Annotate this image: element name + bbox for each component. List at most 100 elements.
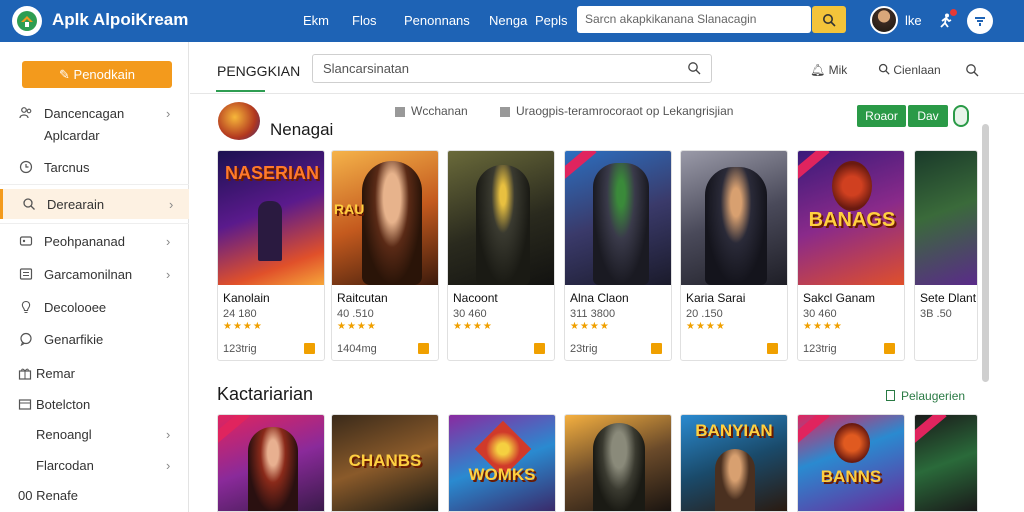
sidebar-item-12[interactable]: Flarcodan › xyxy=(0,450,189,480)
game-meta: 123trig xyxy=(803,343,837,355)
game-card[interactable]: BANNS xyxy=(797,414,905,512)
bulb-icon xyxy=(18,299,34,315)
game-card[interactable]: Sete Dlant 3B .50 xyxy=(914,150,978,361)
sidebar-item-10[interactable]: Botelcton xyxy=(0,389,189,419)
avatar[interactable] xyxy=(870,6,898,34)
green-button-1[interactable]: Roaor xyxy=(857,105,906,127)
gift-icon xyxy=(17,365,33,381)
game-cover: BANAGS xyxy=(798,151,904,285)
game-name: Sete Dlant xyxy=(920,291,977,305)
sidebar-item-4[interactable]: Derearain › xyxy=(0,189,189,219)
bell-link[interactable]: 🔔︎ Mik xyxy=(810,63,847,77)
game-card[interactable]: RAU Raitcutan 40 .510 ★★★★ 1404mg xyxy=(331,150,439,361)
nav-item-2[interactable]: Flos xyxy=(352,13,377,28)
game-card[interactable]: BANAGS Sakcl Ganam 30 460 ★★★★ 123trig xyxy=(797,150,905,361)
filter-check-1[interactable]: Wcchanan xyxy=(395,104,468,118)
nav-item-5[interactable]: Pepls xyxy=(535,13,568,28)
sidebar-item-label: Garcamonilnan xyxy=(44,266,133,282)
search-link[interactable]: Cienlaan xyxy=(878,63,941,77)
menu-button[interactable] xyxy=(967,8,993,34)
game-size: 40 .510 xyxy=(337,308,374,320)
sidebar-item-5[interactable]: Peohpananad › xyxy=(0,226,189,256)
chevron-right-icon: › xyxy=(166,426,171,442)
download-icon[interactable] xyxy=(767,343,778,354)
notification-button[interactable] xyxy=(933,8,959,34)
scrollbar[interactable] xyxy=(982,124,989,382)
sidebar-item-6[interactable]: Garcamonilnan › xyxy=(0,259,189,289)
game-size: 30 460 xyxy=(453,308,487,320)
rating-stars: ★★★★ xyxy=(570,321,610,332)
filter-check-2[interactable]: Uraogpis-teramrocoraot op Lekangrisjian xyxy=(500,104,733,118)
tab-underline xyxy=(216,90,265,92)
sidebar-item-7[interactable]: Decolooee xyxy=(0,292,189,322)
download-icon[interactable] xyxy=(304,343,315,354)
filter-input[interactable]: Slancarsinatan xyxy=(312,54,712,83)
checkbox[interactable] xyxy=(395,106,405,117)
green-button-2[interactable]: Dav xyxy=(908,105,948,127)
search-icon[interactable] xyxy=(965,63,979,77)
content-header: PENGGKIAN Slancarsinatan 🔔︎ Mik Cienlaan xyxy=(190,42,1024,94)
search-placeholder: Sarcn akapkikanana Slanacagin xyxy=(585,12,757,26)
sidebar-item-8[interactable]: Genarfikie xyxy=(0,324,189,354)
menu-icon xyxy=(975,17,985,26)
notification-badge xyxy=(950,9,957,16)
people-icon xyxy=(18,105,34,121)
chevron-right-icon: › xyxy=(166,233,171,249)
game-card[interactable]: BANYIAN xyxy=(680,414,788,512)
cover-title: WOMKS xyxy=(468,465,536,484)
game-card[interactable]: WOMKS xyxy=(448,414,556,512)
sidebar-item-label: Botelcton xyxy=(36,396,91,412)
category-icon xyxy=(218,102,260,140)
sidebar-item-11[interactable]: Renoangl › xyxy=(0,419,189,449)
sidebar-item-label: 00 Renafe xyxy=(18,487,78,503)
search-button[interactable] xyxy=(812,6,846,33)
sidebar-item-13[interactable]: 00 Renafe xyxy=(0,480,189,510)
nav-item-4[interactable]: Nenga xyxy=(489,13,527,28)
game-card[interactable]: NASERIAN Kanolain 24 180 ★★★★ 123trig xyxy=(217,150,325,361)
game-name: Raitcutan xyxy=(337,291,388,305)
see-all-label: Pelaugerien xyxy=(901,389,966,403)
download-icon[interactable] xyxy=(884,343,895,354)
link-label: Cienlaan xyxy=(893,63,941,77)
section-title: Nenagai xyxy=(270,120,334,139)
search-icon[interactable] xyxy=(687,61,701,75)
game-card[interactable] xyxy=(914,414,978,512)
check-label: Uraogpis-teramrocoraot op Lekangrisjian xyxy=(516,104,734,118)
sidebar-item-2[interactable]: Aplcardar xyxy=(0,120,189,150)
ribbon-badge xyxy=(218,415,250,448)
checkbox[interactable] xyxy=(500,106,510,117)
search-icon xyxy=(21,196,37,212)
game-name: Sakcl Ganam xyxy=(803,291,876,305)
list-icon xyxy=(886,390,895,401)
rating-stars: ★★★★ xyxy=(453,321,493,332)
chevron-right-icon: › xyxy=(166,105,171,121)
cover-title: RAU xyxy=(334,201,365,217)
primary-button-label: Penodkain xyxy=(73,67,135,82)
tab-active[interactable]: PENGGKIAN xyxy=(217,63,300,79)
user-name[interactable]: lke xyxy=(905,13,922,28)
see-all-link[interactable]: Pelaugerien xyxy=(886,389,965,403)
game-card[interactable] xyxy=(217,414,325,512)
search-input[interactable]: Sarcn akapkikanana Slanacagin xyxy=(577,6,811,33)
filter-placeholder: Slancarsinatan xyxy=(323,61,409,76)
download-icon[interactable] xyxy=(651,343,662,354)
game-name: Karia Sarai xyxy=(686,291,746,305)
toggle-switch[interactable] xyxy=(953,105,969,127)
primary-button[interactable]: ✎ Penodkain xyxy=(22,61,172,88)
app-logo-icon[interactable] xyxy=(12,6,42,36)
game-card[interactable] xyxy=(564,414,672,512)
cover-title: BANYIAN xyxy=(695,421,773,440)
download-icon[interactable] xyxy=(418,343,429,354)
sidebar-item-label: Decolooee xyxy=(44,299,107,315)
game-card[interactable]: Nacoont 30 460 ★★★★ xyxy=(447,150,555,361)
ribbon-badge xyxy=(798,415,830,448)
game-card[interactable]: Alna Claon 311 3800 ★★★★ 23trig xyxy=(564,150,672,361)
nav-item-3[interactable]: Penonnans xyxy=(404,13,470,28)
sidebar-item-3[interactable]: Tarcnus xyxy=(0,152,189,182)
sidebar-item-9[interactable]: Remar xyxy=(0,358,189,388)
game-size: 20 .150 xyxy=(686,308,723,320)
download-icon[interactable] xyxy=(534,343,545,354)
nav-item-1[interactable]: Ekm xyxy=(303,13,329,28)
game-card[interactable]: CHANBS xyxy=(331,414,439,512)
game-card[interactable]: Karia Sarai 20 .150 ★★★★ xyxy=(680,150,788,361)
